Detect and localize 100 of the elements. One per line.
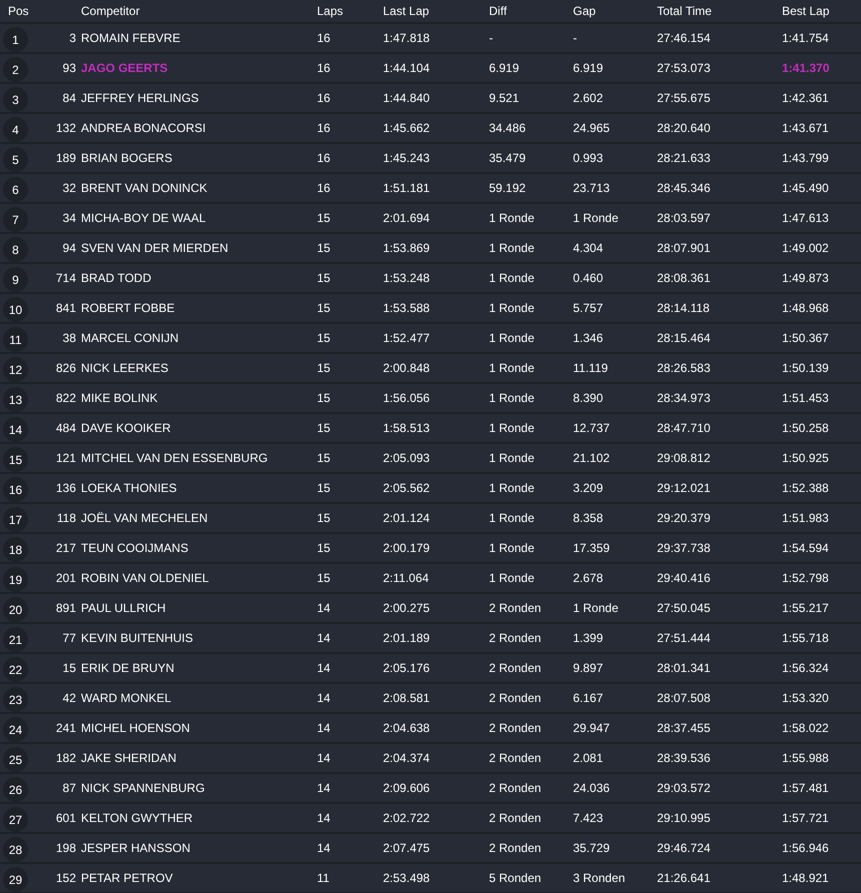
best-lap-cell: 1:41.370 [782, 61, 830, 75]
last-lap-cell: 2:53.498 [383, 871, 430, 885]
rider-name: MICHA-BOY DE WAAL [81, 211, 206, 225]
gap-cell: 21.102 [573, 451, 610, 465]
diff-cell: 1 Ronde [489, 361, 534, 375]
last-lap-cell: 1:52.477 [383, 331, 430, 345]
last-lap-cell: 1:51.181 [383, 181, 430, 195]
last-lap-cell: 2:11.064 [383, 571, 429, 585]
rider-number: 484 [56, 421, 76, 435]
rider-number: 189 [56, 151, 76, 165]
last-lap-cell: 2:09.606 [383, 781, 430, 795]
rider-name: BRIAN BOGERS [81, 151, 172, 165]
position-badge: 12 [3, 357, 28, 382]
total-time-cell: 27:53.073 [657, 61, 710, 75]
laps-cell: 15 [317, 331, 330, 345]
column-header: Competitor [80, 4, 140, 18]
position-badge: 22 [3, 657, 28, 682]
rider-name: PETAR PETROV [81, 871, 173, 885]
laps-cell: 15 [317, 301, 330, 315]
total-time-cell: 29:10.995 [657, 811, 710, 825]
rider-number: 93 [62, 61, 76, 75]
rider-name: PAUL ULLRICH [81, 601, 166, 615]
rider-name: ROBERT FOBBE [81, 301, 175, 315]
laps-cell: 15 [317, 511, 330, 525]
laps-cell: 15 [317, 211, 330, 225]
diff-cell: 5 Ronden [489, 871, 542, 885]
best-lap-cell: 1:49.002 [782, 241, 829, 255]
total-time-cell: 27:55.675 [657, 91, 710, 105]
rider-number: 132 [56, 121, 76, 135]
rider-name: KELTON GWYTHER [81, 811, 193, 825]
laps-cell: 15 [317, 421, 330, 435]
position-badge: 28 [3, 837, 28, 862]
best-lap-cell: 1:49.873 [782, 271, 829, 285]
last-lap-cell: 1:44.104 [383, 61, 430, 75]
best-lap-cell: 1:54.594 [782, 541, 829, 555]
gap-cell: 11.119 [573, 361, 608, 375]
column-header: Gap [573, 4, 596, 18]
rider-name: DAVE KOOIKER [81, 421, 171, 435]
laps-cell: 16 [317, 151, 330, 165]
rider-number: 38 [62, 331, 76, 345]
diff-cell: 35.479 [489, 151, 526, 165]
gap-cell: 2.602 [573, 91, 604, 105]
diff-cell: 1 Ronde [489, 481, 534, 495]
rider-number: 714 [56, 271, 76, 285]
laps-cell: 16 [317, 31, 330, 45]
last-lap-cell: 2:05.176 [383, 661, 430, 675]
laps-cell: 14 [317, 691, 330, 705]
rider-name: MIKE BOLINK [81, 391, 158, 405]
rider-number: 15 [62, 661, 76, 675]
rider-name: WARD MONKEL [81, 691, 172, 705]
laps-cell: 14 [317, 721, 330, 735]
total-time-cell: 28:15.464 [657, 331, 710, 345]
laps-cell: 15 [317, 481, 330, 495]
rider-number: 121 [56, 451, 76, 465]
diff-cell: 2 Ronden [489, 691, 542, 705]
position-badge: 24 [3, 717, 28, 742]
column-header: Last Lap [383, 4, 430, 18]
rider-number: 241 [56, 721, 76, 735]
rider-name: ERIK DE BRUYN [81, 661, 174, 675]
diff-cell: 1 Ronde [489, 451, 534, 465]
rider-name: MITCHEL VAN DEN ESSENBURG [81, 451, 268, 465]
position-badge: 10 [3, 297, 28, 322]
best-lap-cell: 1:48.921 [782, 871, 829, 885]
best-lap-cell: 1:42.361 [782, 91, 829, 105]
total-time-cell: 28:39.536 [657, 751, 710, 765]
position-badge: 25 [3, 747, 28, 772]
last-lap-cell: 1:58.513 [383, 421, 430, 435]
rider-number: 84 [62, 91, 76, 105]
total-time-cell: 28:26.583 [657, 361, 710, 375]
gap-cell: 24.965 [573, 121, 610, 135]
position-badge: 19 [3, 567, 28, 592]
best-lap-cell: 1:55.988 [782, 751, 829, 765]
rider-name: BRENT VAN DONINCK [81, 181, 208, 195]
laps-cell: 15 [317, 271, 330, 285]
position-badge: 27 [3, 807, 28, 832]
total-time-cell: 28:14.118 [657, 301, 710, 315]
best-lap-cell: 1:51.983 [782, 511, 829, 525]
diff-cell: 1 Ronde [489, 211, 534, 225]
best-lap-cell: 1:48.968 [782, 301, 829, 315]
last-lap-cell: 2:04.638 [383, 721, 430, 735]
laps-cell: 15 [317, 571, 330, 585]
total-time-cell: 29:08.812 [657, 451, 710, 465]
best-lap-cell: 1:50.925 [782, 451, 829, 465]
position-badge: 15 [3, 447, 28, 472]
last-lap-cell: 1:53.248 [383, 271, 430, 285]
laps-cell: 15 [317, 541, 330, 555]
position-badge: 16 [3, 477, 28, 502]
position-badge: 29 [3, 867, 28, 892]
diff-cell: 9.521 [489, 91, 520, 105]
gap-cell: 29.947 [573, 721, 610, 735]
diff-cell: 2 Ronden [489, 751, 542, 765]
diff-cell: - [489, 31, 493, 45]
rider-number: 182 [56, 751, 76, 765]
rider-name: JESPER HANSSON [81, 841, 190, 855]
laps-cell: 14 [317, 781, 330, 795]
gap-cell: 1 Ronde [573, 211, 618, 225]
diff-cell: 2 Ronden [489, 841, 542, 855]
diff-cell: 1 Ronde [489, 241, 534, 255]
diff-cell: 2 Ronden [489, 781, 542, 795]
rider-name: ROBIN VAN OLDENIEL [81, 571, 209, 585]
